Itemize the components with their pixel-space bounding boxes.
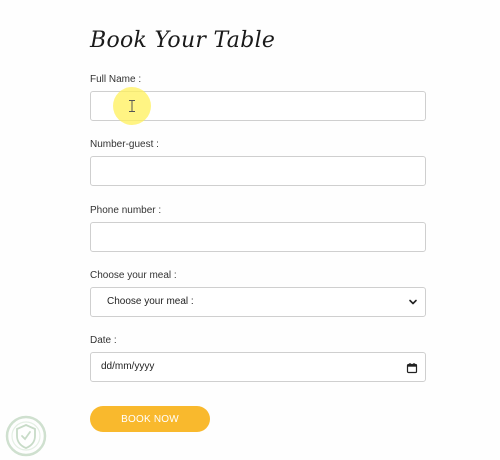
date-input[interactable]: dd/mm/yyyy: [90, 352, 426, 382]
page-title: Book Your Table: [90, 28, 276, 53]
number-guest-input[interactable]: [90, 156, 426, 186]
full-name-label: Full Name :: [90, 74, 142, 85]
shield-logo: [5, 415, 47, 457]
date-label: Date :: [90, 335, 117, 346]
meal-select-value: Choose your meal :: [107, 296, 194, 307]
chevron-down-icon: [409, 299, 417, 305]
calendar-icon[interactable]: [406, 362, 418, 374]
booking-page: Book Your Table Full Name : Number-guest…: [0, 0, 500, 460]
number-guest-label: Number-guest :: [90, 139, 159, 150]
meal-label: Choose your meal :: [90, 270, 177, 281]
date-placeholder: dd/mm/yyyy: [101, 361, 155, 372]
phone-number-label: Phone number :: [90, 205, 162, 216]
book-now-button[interactable]: BOOK NOW: [90, 406, 210, 432]
text-cursor-icon: [129, 100, 135, 112]
meal-select[interactable]: Choose your meal :: [90, 287, 426, 317]
phone-number-input[interactable]: [90, 222, 426, 252]
